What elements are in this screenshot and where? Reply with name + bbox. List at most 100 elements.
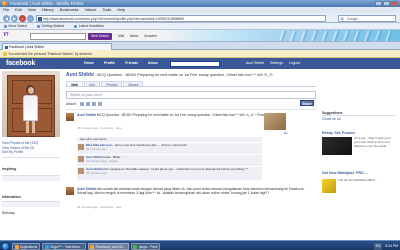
task-label: Applications: [20, 244, 38, 249]
facebook-nav: Home Profile Friends Inbox: [84, 61, 158, 65]
skype-icon: [44, 244, 49, 249]
persona-notice-bar: You selected the persona "Rainbow Waves"…: [0, 50, 400, 58]
tab-boxes[interactable]: Boxes: [123, 81, 144, 87]
task-firefox[interactable]: Facebook | Auni Sh...: [87, 242, 129, 250]
post-meta[interactable]: 45 minutes ago · Comment · Like: [77, 205, 121, 209]
status-composer-input[interactable]: What's on your mind?: [66, 91, 316, 99]
bookmark-most-visited[interactable]: Most Visited: [4, 23, 27, 29]
home-icon[interactable]: ⌂: [27, 14, 34, 22]
tab-title: Facebook | Auni Shibbi: [9, 45, 44, 49]
page-content: facebook Home Profile Friends Inbox Auni…: [0, 58, 400, 240]
profile-main-column: Auni Shibbi MCQ Question : BDHD Preparin…: [66, 71, 316, 239]
task-applications[interactable]: Applications: [12, 242, 41, 250]
section-inspiring: Inspiring: [2, 167, 17, 171]
nav-profile[interactable]: Profile: [104, 61, 115, 65]
yahoo-link-news[interactable]: News: [130, 33, 138, 40]
search-placeholder: Google: [347, 16, 358, 21]
stop-icon[interactable]: ×: [19, 14, 26, 22]
avatar[interactable]: [66, 113, 74, 121]
task-skype[interactable]: Skype™ - Iharrellens...: [42, 242, 86, 250]
start-button[interactable]: [1, 241, 10, 250]
yahoo-logo-icon[interactable]: Y!: [3, 32, 9, 38]
bookmark-latest-headlines[interactable]: Latest Headlines: [74, 23, 104, 29]
applications-icon: [14, 244, 19, 249]
task-paint[interactable]: piagio - Paint: [130, 242, 161, 250]
post-meta[interactable]: 16 minutes ago · Comment · Like: [77, 126, 121, 130]
tab-facebook[interactable]: Facebook | Auni Shibbi: [2, 43, 112, 50]
tab-wall[interactable]: Wall: [66, 81, 84, 87]
task-label: Facebook | Auni Sh...: [95, 244, 126, 249]
comment: Auni Shibbi haha.. Mbbe ... 27 minutes a…: [77, 155, 262, 167]
comment-body: Me? sekejap ar. Mira Ellie wassup.. hear…: [103, 167, 248, 171]
profile-header: Auni Shibbi MCQ Question : BDHD Preparin…: [66, 72, 316, 78]
create-ad-link[interactable]: Create an Ad: [322, 117, 396, 121]
ad-image[interactable]: [322, 179, 336, 193]
avatar[interactable]: [78, 168, 84, 174]
ad-title[interactable]: Get New Wahllplus 'PRO ...: [322, 171, 396, 175]
facebook-account-links: Auni Shibbi Settings Logout: [246, 61, 300, 65]
search-bar[interactable]: G Google: [338, 14, 396, 22]
account-name-link[interactable]: Auni Shibbi: [246, 61, 264, 65]
tab-photos[interactable]: Photos: [101, 81, 123, 87]
facebook-tab-icon: [4, 45, 8, 49]
facebook-search-input[interactable]: [170, 60, 220, 67]
comment-text: Mira Ellie Fah test... done must and cle…: [86, 143, 258, 152]
facebook-logo[interactable]: facebook: [6, 60, 35, 67]
nav-friends[interactable]: Friends: [125, 61, 138, 65]
yahoo-link-mail[interactable]: Mail: [118, 33, 124, 40]
back-arrow-icon[interactable]: ◀: [3, 14, 10, 22]
video-attach-icon[interactable]: [86, 102, 90, 106]
left-divider: [2, 157, 60, 158]
forward-arrow-icon[interactable]: ▶: [11, 14, 18, 22]
information-box: [2, 201, 60, 207]
post-body: Aku sudah tak tertahan seak dengan nikma…: [77, 187, 305, 196]
profile-name[interactable]: Auni Shibbi: [66, 72, 94, 78]
bookmarks-toolbar: Most Visited Getting Started Latest Head…: [0, 23, 400, 30]
yahoo-search-button[interactable]: Web Search: [88, 32, 112, 40]
ad-title[interactable]: Ready, Set, Pounce: [322, 131, 396, 135]
yahoo-search-input[interactable]: [30, 32, 86, 40]
avatar[interactable]: [66, 187, 74, 195]
avatar[interactable]: [78, 144, 84, 150]
event-attach-icon[interactable]: [92, 102, 96, 106]
logout-link[interactable]: Logout: [289, 61, 300, 65]
photo-attach-icon[interactable]: [80, 102, 84, 106]
nav-inbox[interactable]: Inbox: [148, 61, 158, 65]
settings-link[interactable]: Settings: [270, 61, 283, 65]
see-all-label[interactable]: See all 6 comments: [80, 137, 252, 142]
share-button[interactable]: Share: [300, 100, 314, 106]
maximize-button[interactable]: [383, 1, 390, 6]
nav-home[interactable]: Home: [84, 61, 94, 65]
facebook-header: facebook Home Profile Friends Inbox Auni…: [0, 58, 400, 69]
link-attach-icon[interactable]: [98, 102, 102, 106]
notice-text: You selected the persona "Rainbow Waves"…: [8, 52, 93, 56]
yahoo-link-answers[interactable]: Answers: [144, 33, 157, 40]
edit-profile-link[interactable]: Edit My Profile: [2, 150, 60, 155]
thumbnail-caption[interactable]: Ibu: [284, 131, 288, 135]
tab-info[interactable]: Info: [84, 81, 101, 87]
close-button[interactable]: [391, 1, 398, 6]
profile-tabs: Wall Info Photos Boxes: [66, 81, 316, 87]
attach-row: Attach:: [66, 101, 316, 107]
language-indicator[interactable]: EN: [373, 242, 383, 250]
attach-label: Attach:: [66, 102, 77, 106]
ad-image[interactable]: [322, 137, 352, 155]
avatar[interactable]: [78, 156, 84, 162]
post-text: Auni Shibbi MCQ Question : BDHD Preparin…: [77, 113, 277, 117]
system-tray: EN 8:34 PM: [373, 242, 398, 250]
wall-post: Auni Shibbi Aku sudah tak tertahan seak …: [66, 187, 316, 211]
attach-icons: [80, 102, 102, 106]
persona-background: [276, 31, 396, 41]
post-author[interactable]: Auni Shibbi: [77, 113, 96, 117]
comment-meta[interactable]: 27 minutes ago · Delete: [86, 159, 118, 163]
photo-figure-face: [27, 87, 34, 94]
minimize-button[interactable]: [375, 1, 382, 6]
comment-text: Auni Shibbi haha.. Mbbe ... 27 minutes a…: [86, 155, 258, 164]
profile-picture[interactable]: [2, 71, 60, 137]
url-text: http://www.facebook.com/home.php?ref=hom…: [43, 16, 185, 21]
clock[interactable]: 8:34 PM: [385, 243, 398, 250]
firefox-logo-icon: [2, 1, 7, 6]
bookmark-getting-started[interactable]: Getting Started: [37, 23, 64, 29]
url-bar[interactable]: http://www.facebook.com/home.php?ref=hom…: [36, 14, 326, 22]
post-photo-thumbnail[interactable]: [264, 113, 286, 130]
